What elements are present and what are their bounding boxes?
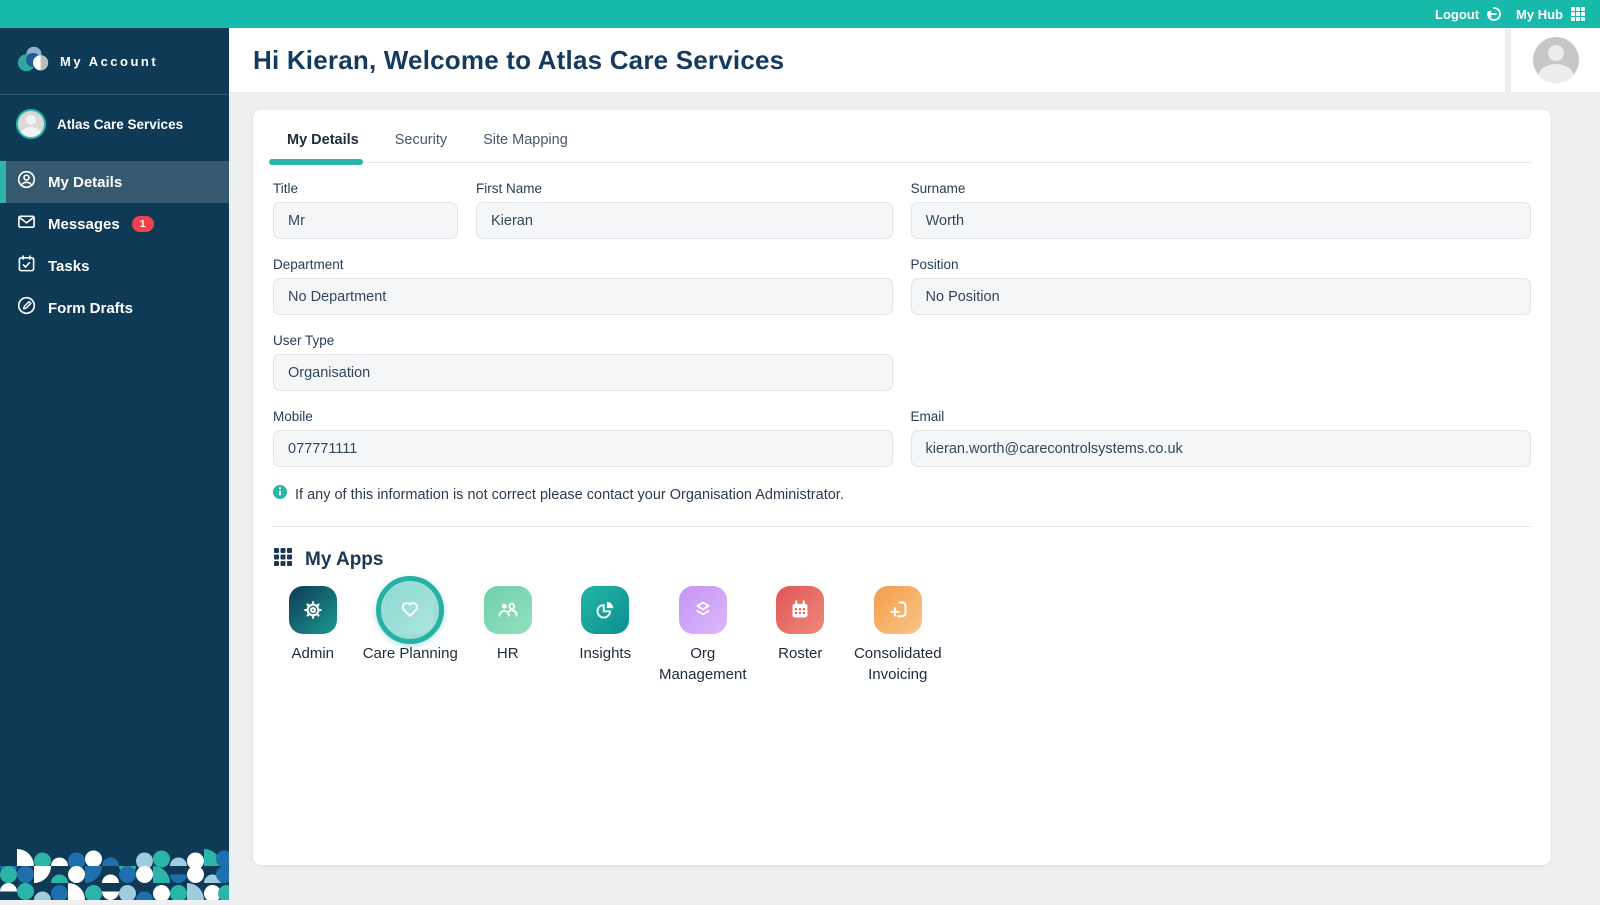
tab-security[interactable]: Security xyxy=(393,122,449,162)
first-name-label: First Name xyxy=(476,181,893,196)
position-field[interactable] xyxy=(911,278,1532,315)
info-note-text: If any of this information is not correc… xyxy=(295,487,844,503)
apps-row: Admin Care Planning xyxy=(264,586,1531,685)
logout-label: Logout xyxy=(1435,7,1479,22)
sidebar-label: Form Drafts xyxy=(48,300,133,317)
info-note: If any of this information is not correc… xyxy=(273,485,1531,504)
main-content: My Details Security Site Mapping Title F… xyxy=(229,92,1600,900)
department-label: Department xyxy=(273,257,893,272)
calendar-icon xyxy=(776,586,824,634)
email-field[interactable] xyxy=(911,430,1532,467)
app-label: Roster xyxy=(778,643,822,664)
title-field[interactable] xyxy=(273,202,458,239)
app-highlight-ring xyxy=(376,576,444,644)
app-consolidated-invoicing[interactable]: Consolidated Invoicing xyxy=(849,586,947,685)
sidebar-item-form-drafts[interactable]: Form Drafts xyxy=(0,287,229,329)
app-insights[interactable]: Insights xyxy=(557,586,655,685)
my-apps-header: My Apps xyxy=(273,547,1531,572)
active-tab-indicator xyxy=(269,159,363,165)
user-type-field[interactable] xyxy=(273,354,893,391)
brand-row: My Account xyxy=(0,28,229,95)
sidebar-label: Tasks xyxy=(48,258,89,275)
brand-name: My Account xyxy=(60,54,158,69)
calendar-check-icon xyxy=(17,254,36,278)
gear-icon xyxy=(289,586,337,634)
sidebar-item-messages[interactable]: Messages 1 xyxy=(0,203,229,245)
user-circle-icon xyxy=(17,170,36,194)
decorative-pattern xyxy=(0,849,229,900)
section-divider xyxy=(273,526,1531,527)
app-roster[interactable]: Roster xyxy=(752,586,850,685)
pie-chart-icon xyxy=(581,586,629,634)
sidebar-nav: My Details Messages 1 Tasks xyxy=(0,161,229,329)
envelope-icon xyxy=(17,212,36,236)
tab-my-details[interactable]: My Details xyxy=(285,122,361,162)
app-admin[interactable]: Admin xyxy=(264,586,362,685)
tab-site-mapping[interactable]: Site Mapping xyxy=(481,122,570,162)
messages-badge: 1 xyxy=(132,216,154,233)
mobile-field[interactable] xyxy=(273,430,893,467)
surname-label: Surname xyxy=(911,181,1531,196)
layers-icon xyxy=(679,586,727,634)
email-label: Email xyxy=(911,409,1532,424)
apps-grid-icon xyxy=(273,547,293,572)
org-name: Atlas Care Services xyxy=(57,117,183,132)
department-field[interactable] xyxy=(273,278,893,315)
user-type-label: User Type xyxy=(273,333,893,348)
sidebar-label: Messages xyxy=(48,216,120,233)
heart-icon xyxy=(386,586,434,634)
sidebar-item-tasks[interactable]: Tasks xyxy=(0,245,229,287)
tab-bar: My Details Security Site Mapping xyxy=(273,122,1531,163)
mobile-label: Mobile xyxy=(273,409,893,424)
sidebar-label: My Details xyxy=(48,174,122,191)
first-name-field[interactable] xyxy=(476,202,893,239)
app-label: HR xyxy=(497,643,519,664)
pencil-circle-icon xyxy=(17,296,36,320)
app-org-management[interactable]: Org Management xyxy=(654,586,752,685)
title-label: Title xyxy=(273,181,458,196)
sidebar: My Account Atlas Care Services My Detail… xyxy=(0,28,229,900)
user-avatar[interactable] xyxy=(1533,37,1579,83)
people-icon xyxy=(484,586,532,634)
app-label: Consolidated Invoicing xyxy=(849,643,947,685)
grid-icon xyxy=(1570,6,1586,22)
logout-icon xyxy=(1486,6,1502,22)
app-care-planning[interactable]: Care Planning xyxy=(362,586,460,685)
org-row[interactable]: Atlas Care Services xyxy=(0,95,229,155)
my-account-logo-icon xyxy=(16,44,50,79)
org-avatar xyxy=(16,109,46,139)
app-label: Org Management xyxy=(654,643,752,685)
my-hub-label: My Hub xyxy=(1516,7,1563,22)
logout-button[interactable]: Logout xyxy=(1435,6,1502,22)
info-icon xyxy=(273,485,287,504)
app-label: Insights xyxy=(579,643,631,664)
invoice-plus-icon xyxy=(874,586,922,634)
app-label: Admin xyxy=(291,643,334,664)
avatar-panel xyxy=(1511,28,1600,92)
my-details-form: Title First Name Surname Department xyxy=(273,163,1531,685)
app-label: Care Planning xyxy=(363,643,458,664)
my-hub-button[interactable]: My Hub xyxy=(1516,6,1586,22)
sidebar-item-my-details[interactable]: My Details xyxy=(0,161,229,203)
my-apps-title: My Apps xyxy=(305,549,383,571)
app-hr[interactable]: HR xyxy=(459,586,557,685)
position-label: Position xyxy=(911,257,1532,272)
details-card: My Details Security Site Mapping Title F… xyxy=(253,110,1551,865)
surname-field[interactable] xyxy=(911,202,1531,239)
page-header: Hi Kieran, Welcome to Atlas Care Service… xyxy=(229,28,1505,92)
page-title: Hi Kieran, Welcome to Atlas Care Service… xyxy=(253,45,784,76)
top-bar: Logout My Hub xyxy=(0,0,1600,28)
